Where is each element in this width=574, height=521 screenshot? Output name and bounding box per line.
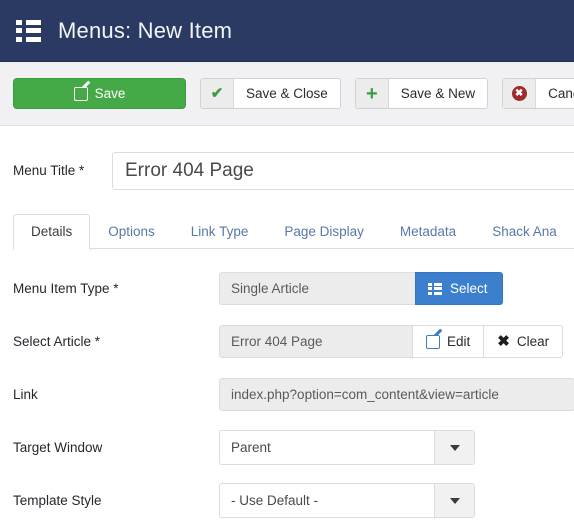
tab-page-display[interactable]: Page Display [266, 214, 382, 250]
pencil-square-icon [73, 86, 88, 101]
select-menu-item-type-button[interactable]: Select [415, 272, 503, 305]
clear-article-button[interactable]: ✖ Clear [483, 325, 564, 358]
save-and-close-button[interactable]: ✔ Save & Close [200, 78, 341, 109]
tab-link-type[interactable]: Link Type [173, 214, 267, 250]
link-value: index.php?option=com_content&view=articl… [219, 378, 574, 411]
list-icon [16, 19, 42, 42]
menu-title-label: Menu Title * [13, 162, 85, 178]
tab-options[interactable]: Options [90, 214, 173, 250]
list-icon [428, 282, 442, 295]
select-article-value: Error 404 Page [219, 325, 413, 358]
menu-item-type-label: Menu Item Type * [13, 281, 119, 296]
select-article-control: Error 404 Page Edit ✖ Clear [219, 325, 564, 358]
link-label: Link [13, 387, 38, 402]
template-style-control: - Use Default - [219, 483, 475, 518]
menu-item-type-value: Single Article [219, 272, 416, 305]
tab-bar: Details Options Link Type Page Display M… [13, 208, 574, 250]
template-style-select[interactable]: - Use Default - [219, 483, 475, 518]
target-window-row: Target Window Parent [0, 421, 574, 474]
target-window-control: Parent [219, 430, 475, 465]
template-style-value: - Use Default - [231, 493, 319, 508]
page-header: Menus: New Item [0, 0, 574, 62]
chevron-down-icon[interactable] [434, 431, 474, 464]
chevron-down-icon[interactable] [434, 484, 474, 517]
cancel-label: Canc [536, 79, 574, 108]
menu-item-type-control: Single Article Select [219, 272, 503, 305]
menu-title-input[interactable]: Error 404 Page [112, 152, 574, 190]
target-window-label: Target Window [13, 440, 103, 455]
plus-icon: + [355, 79, 389, 108]
pencil-square-icon [426, 334, 440, 349]
check-icon: ✔ [201, 79, 234, 108]
menu-item-editor-page: Menus: New Item Save ✔ Save & Close + Sa… [0, 0, 574, 521]
tab-metadata[interactable]: Metadata [382, 214, 474, 250]
tab-details[interactable]: Details [13, 213, 91, 250]
menu-item-type-row: Menu Item Type * Single Article Select [0, 262, 574, 315]
target-window-select[interactable]: Parent [219, 430, 475, 465]
template-style-row: Template Style - Use Default - [0, 474, 574, 521]
save-and-new-button[interactable]: + Save & New [354, 78, 489, 109]
save-and-close-label: Save & Close [234, 79, 340, 108]
target-window-value: Parent [231, 440, 271, 455]
link-control: index.php?option=com_content&view=articl… [219, 378, 574, 411]
x-icon: ✖ [497, 333, 510, 350]
toolbar: Save ✔ Save & Close + Save & New ✖ Canc [0, 62, 574, 126]
select-article-row: Select Article * Error 404 Page Edit ✖ C… [0, 315, 574, 368]
save-and-new-label: Save & New [388, 79, 488, 108]
link-row: Link index.php?option=com_content&view=a… [0, 368, 574, 421]
cancel-circle-icon: ✖ [503, 79, 537, 108]
select-button-label: Select [450, 281, 488, 296]
select-article-label: Select Article * [13, 334, 101, 349]
tab-shack-analytics[interactable]: Shack Ana [474, 214, 574, 250]
edit-article-button[interactable]: Edit [412, 325, 485, 358]
details-form: Menu Item Type * Single Article Select S… [0, 262, 574, 521]
edit-button-label: Edit [447, 334, 471, 349]
save-button[interactable]: Save [13, 78, 186, 109]
save-button-label: Save [94, 86, 126, 101]
page-title: Menus: New Item [58, 17, 233, 43]
cancel-button[interactable]: ✖ Canc [502, 78, 574, 109]
clear-button-label: Clear [516, 334, 550, 349]
template-style-label: Template Style [13, 493, 102, 508]
